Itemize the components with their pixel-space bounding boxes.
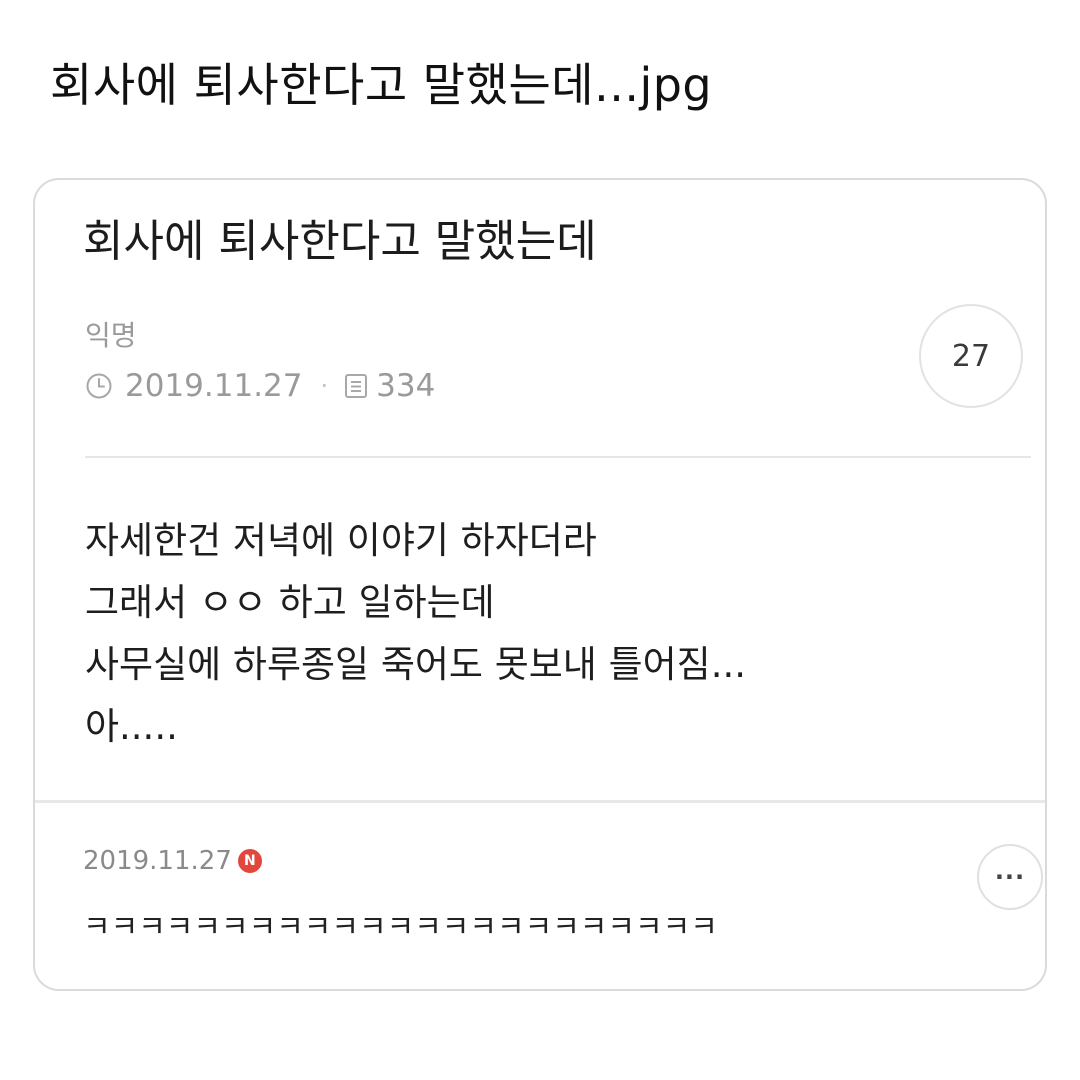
clock-icon bbox=[85, 372, 113, 400]
divider bbox=[85, 456, 1031, 458]
document-icon bbox=[344, 372, 368, 400]
new-badge-icon: N bbox=[237, 849, 262, 873]
comment-divider bbox=[35, 800, 1045, 803]
post-card: 회사에 퇴사한다고 말했는데 익명 2019.11.27 · 334 27 자세… bbox=[33, 178, 1047, 991]
view-count: 334 bbox=[376, 368, 436, 404]
comment-date: 2019.11.27 bbox=[83, 846, 232, 876]
comment-count-button[interactable]: 27 bbox=[919, 304, 1023, 408]
body-line: 자세한건 저녁에 이야기 하자더라 bbox=[85, 519, 597, 562]
post-title: 회사에 퇴사한다고 말했는데 bbox=[83, 216, 597, 267]
body-line: 그래서 ㅇㅇ 하고 일하는데 bbox=[85, 581, 495, 624]
post-author: 익명 bbox=[85, 319, 137, 352]
body-line: 아..... bbox=[85, 705, 178, 748]
more-icon: ··· bbox=[994, 863, 1026, 891]
post-meta: 2019.11.27 · 334 bbox=[85, 368, 435, 404]
post-date: 2019.11.27 bbox=[125, 368, 303, 404]
comment-meta: 2019.11.27 N bbox=[83, 846, 262, 876]
meta-separator: · bbox=[320, 372, 329, 400]
body-line: 사무실에 하루종일 죽어도 못보내 틀어짐... bbox=[85, 643, 747, 686]
more-options-button[interactable]: ··· bbox=[977, 844, 1043, 910]
comment-text: ㅋㅋㅋㅋㅋㅋㅋㅋㅋㅋㅋㅋㅋㅋㅋㅋㅋㅋㅋㅋㅋㅋㅋ bbox=[83, 910, 718, 945]
page-headline: 회사에 퇴사한다고 말했는데...jpg bbox=[50, 58, 713, 112]
post-body: 자세한건 저녁에 이야기 하자더라 그래서 ㅇㅇ 하고 일하는데 사무실에 하루… bbox=[85, 510, 746, 758]
